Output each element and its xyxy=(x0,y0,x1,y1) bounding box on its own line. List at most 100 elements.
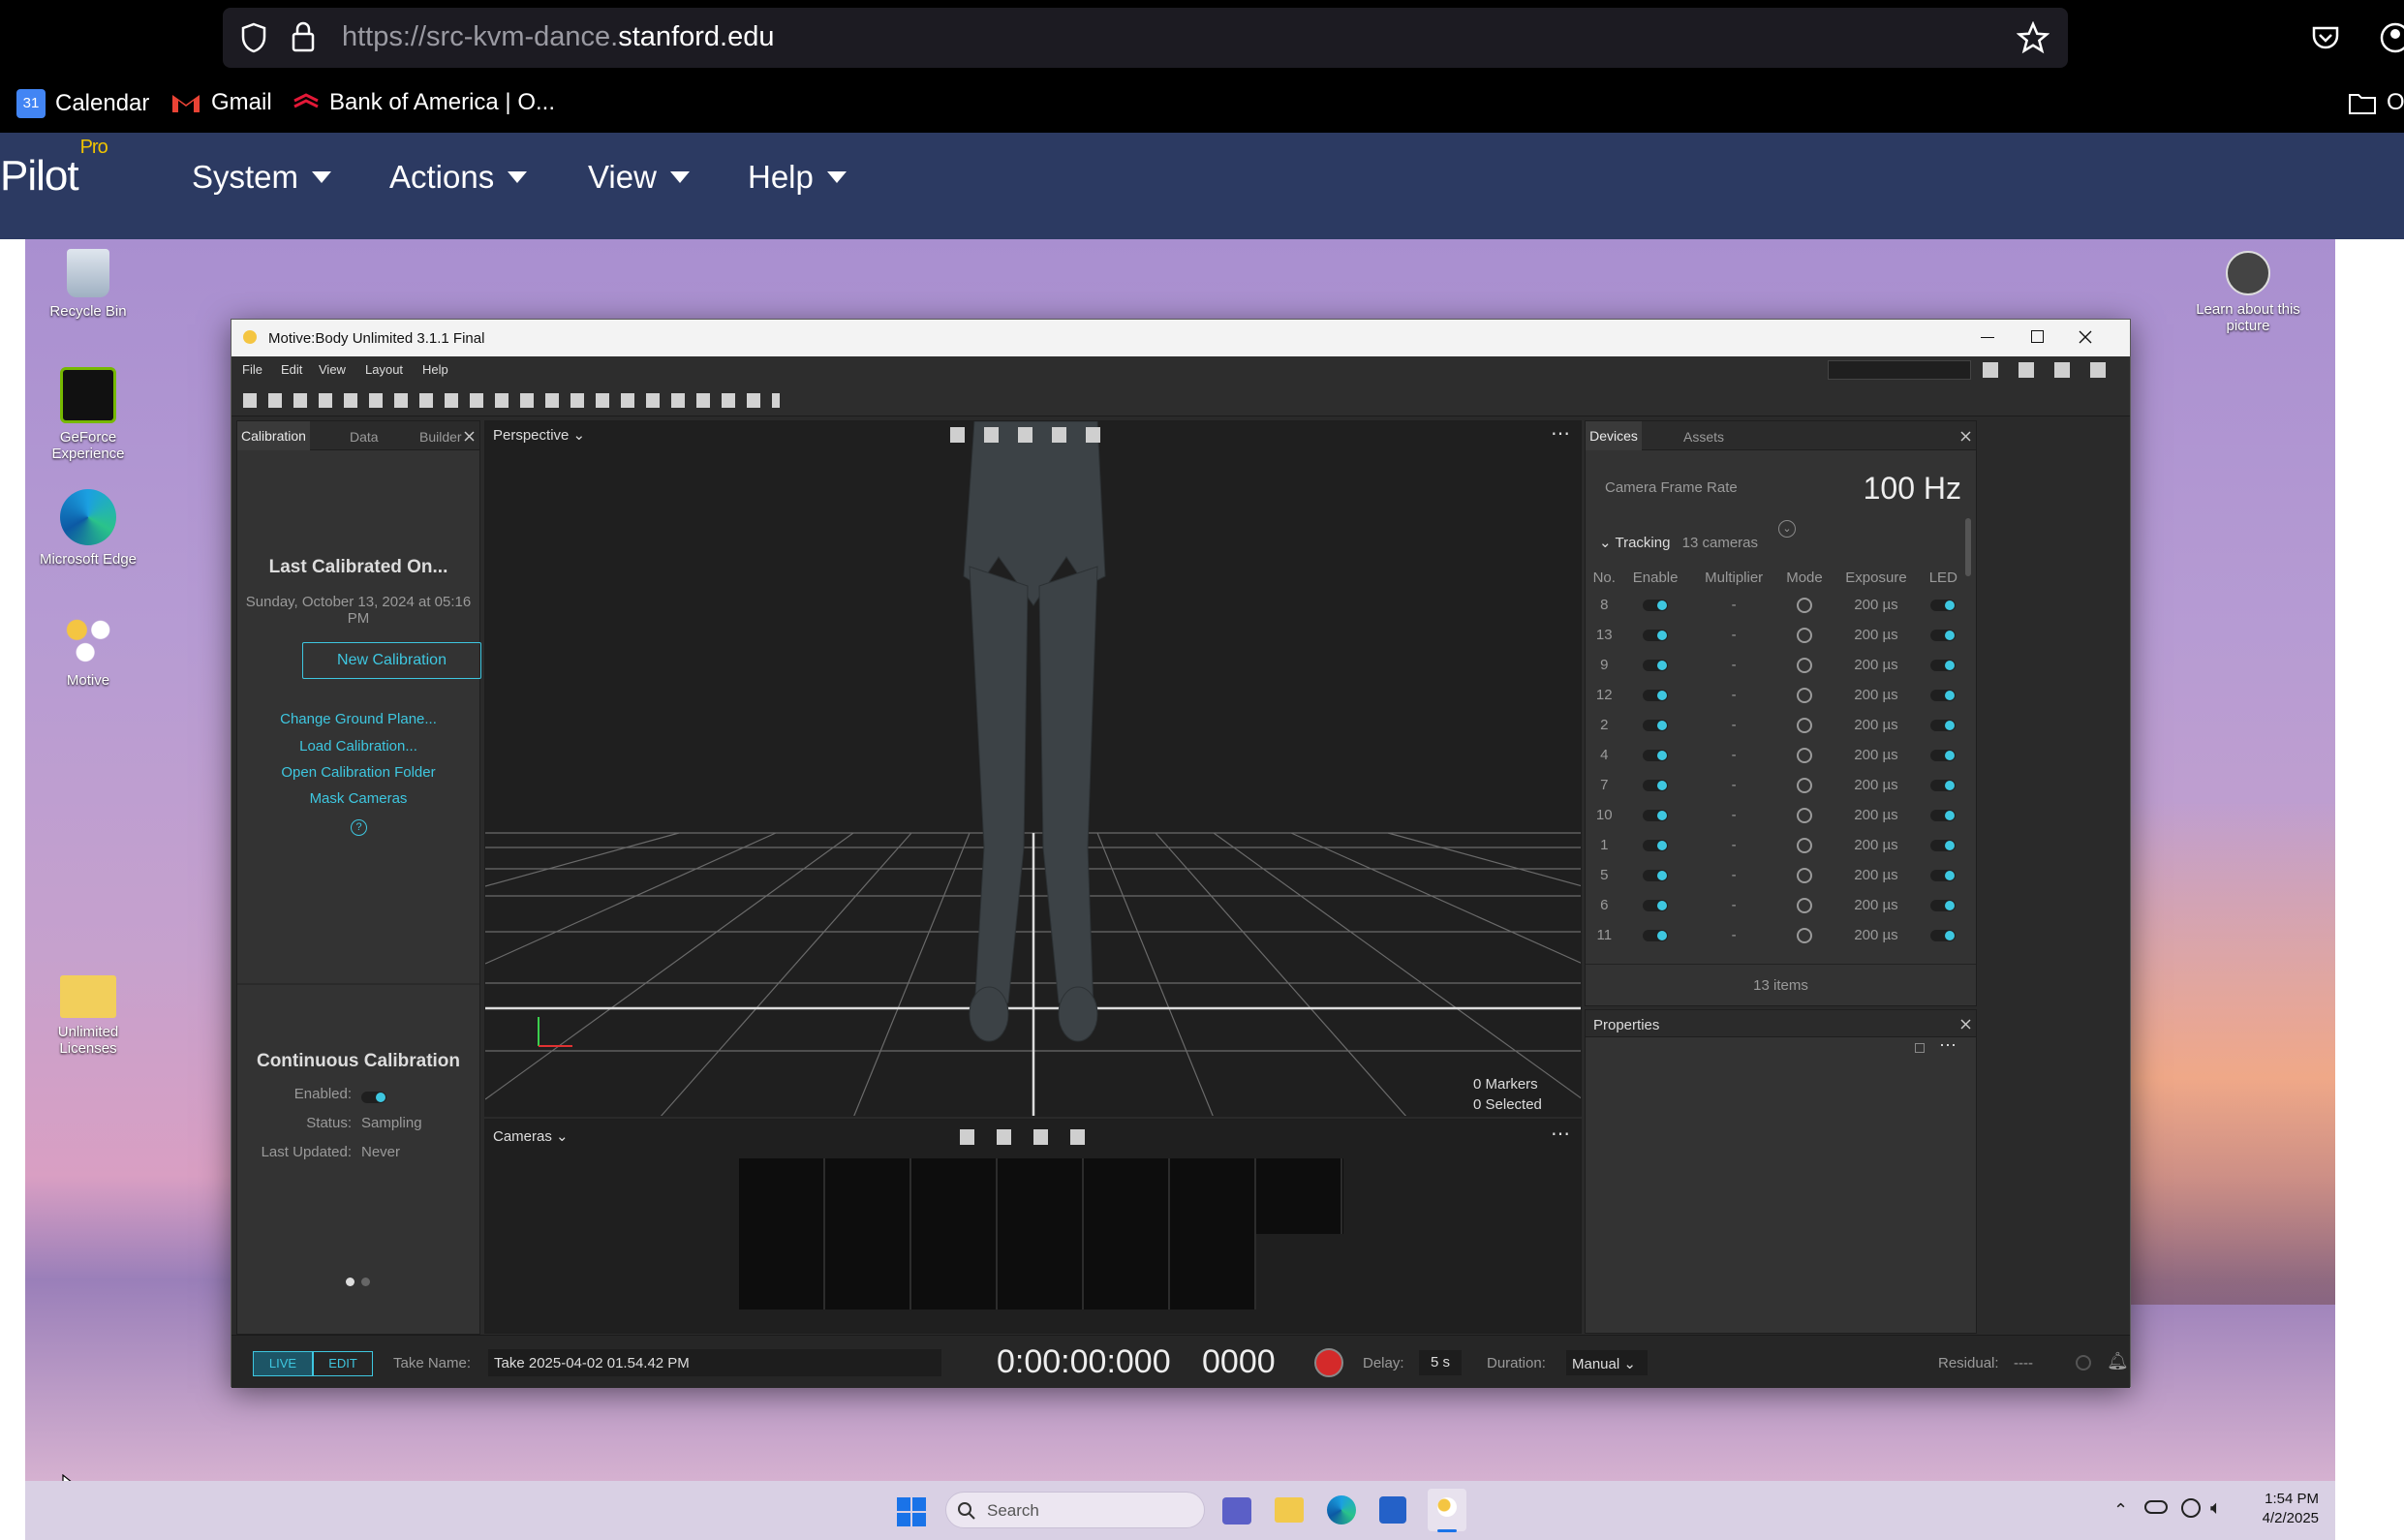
toggle[interactable] xyxy=(1930,780,1957,792)
page-dot-active[interactable] xyxy=(346,1278,354,1286)
table-row[interactable]: 11 - 200 µs xyxy=(1589,920,1967,950)
more-options-icon[interactable]: ⋯ xyxy=(1939,1035,1957,1056)
table-row[interactable]: 10 - 200 µs xyxy=(1589,800,1967,830)
menu-file[interactable]: File xyxy=(242,362,262,377)
exposure-value[interactable]: 200 µs xyxy=(1833,680,1919,710)
bell-icon[interactable]: 🔔︎ xyxy=(2107,1351,2129,1371)
enable-toggle[interactable] xyxy=(1619,590,1692,620)
led-toggle[interactable] xyxy=(1920,590,1967,620)
chevron-up-icon[interactable]: ⌃ xyxy=(2113,1500,2128,1521)
toggle[interactable] xyxy=(1643,870,1669,882)
table-row[interactable]: 5 - 200 µs xyxy=(1589,860,1967,890)
address-bar[interactable]: https://src-kvm-dance.stanford.edu xyxy=(223,8,2068,68)
enable-toggle[interactable] xyxy=(1619,710,1692,740)
led-toggle[interactable] xyxy=(1920,620,1967,650)
multiplier-value[interactable]: - xyxy=(1692,770,1776,800)
change-ground-plane-link[interactable]: Change Ground Plane... xyxy=(237,711,479,727)
toggle[interactable] xyxy=(1930,600,1957,612)
tracking-group[interactable]: ⌄ Tracking 13 cameras xyxy=(1599,534,1758,551)
mode-icon[interactable] xyxy=(1776,830,1834,860)
taskbar-search[interactable]: Search xyxy=(945,1492,1205,1528)
mode-icon[interactable] xyxy=(1776,620,1834,650)
toolbar-icons[interactable] xyxy=(243,393,780,408)
enable-toggle[interactable] xyxy=(1619,680,1692,710)
windows-start-icon[interactable] xyxy=(897,1497,926,1526)
exposure-value[interactable]: 200 µs xyxy=(1833,590,1919,620)
mode-icon[interactable] xyxy=(1776,590,1834,620)
led-toggle[interactable] xyxy=(1920,740,1967,770)
minimize-icon[interactable] xyxy=(1981,337,1994,338)
desktop-icon-recycle-bin[interactable]: Recycle Bin xyxy=(35,249,141,320)
camera-thumbnails-row1[interactable] xyxy=(739,1158,1343,1234)
menu-view[interactable]: View xyxy=(588,159,690,196)
menu-layout[interactable]: Layout xyxy=(365,362,403,377)
multiplier-value[interactable]: - xyxy=(1692,920,1776,950)
led-toggle[interactable] xyxy=(1920,650,1967,680)
learn-about-picture[interactable]: Learn about this picture xyxy=(2195,251,2301,334)
led-toggle[interactable] xyxy=(1920,800,1967,830)
desktop-icon-edge[interactable]: Microsoft Edge xyxy=(35,489,141,568)
enable-toggle[interactable] xyxy=(1619,740,1692,770)
viewport-tools[interactable] xyxy=(950,427,1100,443)
window-titlebar[interactable]: Motive:Body Unlimited 3.1.1 Final xyxy=(231,320,2130,356)
cameras-tools[interactable] xyxy=(960,1129,1086,1145)
expand-icon[interactable]: ⌄ xyxy=(1778,520,1796,538)
bookmark-other[interactable]: Ot xyxy=(2348,89,2404,116)
multiplier-value[interactable]: - xyxy=(1692,830,1776,860)
exposure-value[interactable]: 200 µs xyxy=(1833,710,1919,740)
menu-help[interactable]: Help xyxy=(748,159,847,196)
page-dot[interactable] xyxy=(361,1278,370,1286)
bookmark-bofa[interactable]: Bank of America | O... xyxy=(293,89,555,116)
toggle[interactable] xyxy=(1643,810,1669,822)
view-mode-dropdown[interactable]: Perspective ⌄ xyxy=(493,426,585,444)
remote-desktop[interactable]: Recycle Bin GeForce Experience Microsoft… xyxy=(25,239,2335,1540)
toggle[interactable] xyxy=(1930,810,1957,822)
toggle[interactable] xyxy=(1643,930,1669,942)
onedrive-icon[interactable] xyxy=(2144,1500,2168,1514)
network-icon[interactable] xyxy=(2181,1498,2201,1518)
multiplier-value[interactable]: - xyxy=(1692,620,1776,650)
toggle[interactable] xyxy=(1930,900,1957,912)
lock-icon[interactable] xyxy=(1915,1043,1925,1053)
table-row[interactable]: 6 - 200 µs xyxy=(1589,890,1967,920)
load-calibration-link[interactable]: Load Calibration... xyxy=(237,738,479,755)
led-toggle[interactable] xyxy=(1920,890,1967,920)
delay-input[interactable]: 5 s xyxy=(1419,1350,1462,1375)
table-row[interactable]: 7 - 200 µs xyxy=(1589,770,1967,800)
tab-devices[interactable]: Devices xyxy=(1586,421,1642,450)
table-row[interactable]: 1 - 200 µs xyxy=(1589,830,1967,860)
table-row[interactable]: 13 - 200 µs xyxy=(1589,620,1967,650)
toggle[interactable] xyxy=(1643,660,1669,672)
bookmark-calendar[interactable]: 31 Calendar xyxy=(16,89,149,118)
record-button[interactable] xyxy=(1314,1348,1343,1377)
col-no[interactable]: No. xyxy=(1589,565,1619,590)
table-row[interactable]: 12 - 200 µs xyxy=(1589,680,1967,710)
exposure-value[interactable]: 200 µs xyxy=(1833,920,1919,950)
led-toggle[interactable] xyxy=(1920,710,1967,740)
tab-builder[interactable]: Builder xyxy=(419,429,462,445)
mode-icon[interactable] xyxy=(1776,860,1834,890)
desktop-icon-geforce[interactable]: GeForce Experience xyxy=(35,367,141,462)
help-icon[interactable]: ? xyxy=(351,819,367,836)
more-options-icon[interactable]: ⋯ xyxy=(1551,1122,1570,1146)
toggle[interactable] xyxy=(1930,690,1957,702)
mode-icon[interactable] xyxy=(1776,890,1834,920)
enable-toggle[interactable] xyxy=(1619,650,1692,680)
bookmark-gmail[interactable]: Gmail xyxy=(170,89,272,116)
edge-icon[interactable] xyxy=(1327,1495,1356,1525)
mode-icon[interactable] xyxy=(1776,650,1834,680)
duration-select[interactable]: Manual ⌄ xyxy=(1566,1350,1648,1375)
exposure-value[interactable]: 200 µs xyxy=(1833,860,1919,890)
new-calibration-button[interactable]: New Calibration xyxy=(302,642,481,679)
enable-toggle[interactable] xyxy=(1619,770,1692,800)
exposure-value[interactable]: 200 µs xyxy=(1833,830,1919,860)
toggle[interactable] xyxy=(1643,600,1669,612)
edit-mode-button[interactable]: EDIT xyxy=(313,1351,373,1376)
exposure-value[interactable]: 200 µs xyxy=(1833,740,1919,770)
mode-icon[interactable] xyxy=(1776,680,1834,710)
toggle[interactable] xyxy=(1643,690,1669,702)
col-mode[interactable]: Mode xyxy=(1776,565,1834,590)
layout-dropdown[interactable] xyxy=(1828,360,1971,380)
exposure-value[interactable]: 200 µs xyxy=(1833,890,1919,920)
menu-view[interactable]: View xyxy=(319,362,346,377)
